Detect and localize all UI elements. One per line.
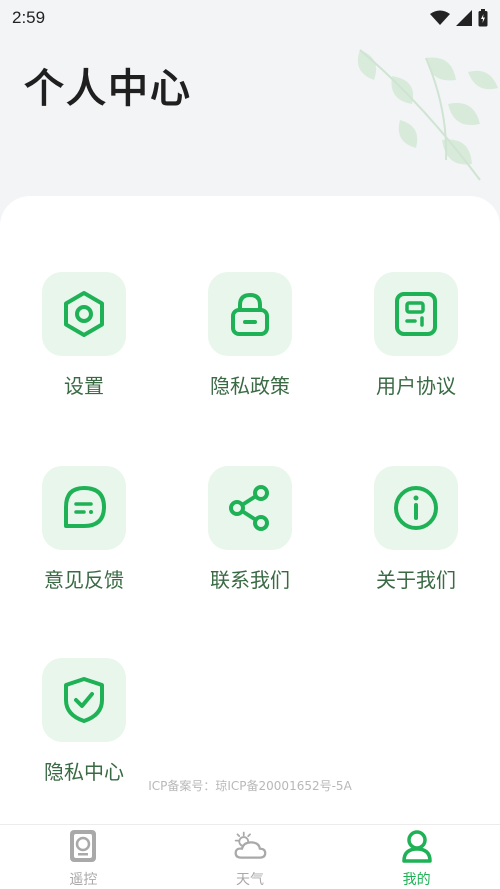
shield-check-icon <box>64 677 104 723</box>
weather-icon <box>233 829 267 863</box>
menu-card: 设置 隐私政策 用户协议 意见反馈 联系我们 关于我们 隐私中心 <box>0 196 500 824</box>
tab-mine[interactable]: 我的 <box>333 825 500 889</box>
status-time: 2:59 <box>12 8 46 27</box>
menu-item-label: 关于我们 <box>376 568 456 592</box>
menu-item-contact-us[interactable]: 联系我们 <box>166 466 334 616</box>
remote-icon <box>66 829 100 863</box>
share-icon <box>229 485 269 531</box>
menu-item-privacy-policy[interactable]: 隐私政策 <box>166 272 334 422</box>
icon-box <box>374 466 458 550</box>
bottom-tab-bar: 遥控 天气 我的 <box>0 824 500 889</box>
icon-box <box>208 272 292 356</box>
menu-item-settings[interactable]: 设置 <box>0 272 168 422</box>
settings-hexagon-icon <box>64 291 104 337</box>
status-bar: 2:59 <box>0 0 500 36</box>
chat-bubble-icon <box>64 486 106 528</box>
leaves-decoration-icon <box>357 49 498 181</box>
menu-item-user-agreement[interactable]: 用户协议 <box>332 272 500 422</box>
signal-icon <box>456 10 472 26</box>
menu-item-about-us[interactable]: 关于我们 <box>332 466 500 616</box>
tab-label: 遥控 <box>69 872 98 888</box>
lock-icon <box>231 292 269 336</box>
wifi-icon <box>430 10 450 25</box>
icp-record-text: ICP备案号：琼ICP备20001652号-5A <box>148 779 352 793</box>
icon-box <box>208 466 292 550</box>
document-icon <box>395 292 437 336</box>
menu-item-label: 设置 <box>64 374 104 398</box>
battery-icon <box>478 9 488 27</box>
page-title: 个人中心 <box>24 66 192 112</box>
status-icons <box>430 9 488 27</box>
tab-weather[interactable]: 天气 <box>167 825 334 889</box>
tab-remote[interactable]: 遥控 <box>0 825 167 889</box>
menu-item-feedback[interactable]: 意见反馈 <box>0 466 168 616</box>
tab-label: 我的 <box>402 872 431 888</box>
icon-box <box>42 466 126 550</box>
icon-box <box>42 658 126 742</box>
menu-item-label: 意见反馈 <box>44 568 124 592</box>
info-icon <box>394 486 438 530</box>
menu-item-label: 用户协议 <box>376 374 456 398</box>
menu-item-label: 隐私政策 <box>210 374 290 398</box>
profile-icon <box>400 829 434 863</box>
icon-box <box>374 272 458 356</box>
tab-label: 天气 <box>236 872 264 888</box>
icon-box <box>42 272 126 356</box>
menu-item-label: 联系我们 <box>210 568 290 592</box>
